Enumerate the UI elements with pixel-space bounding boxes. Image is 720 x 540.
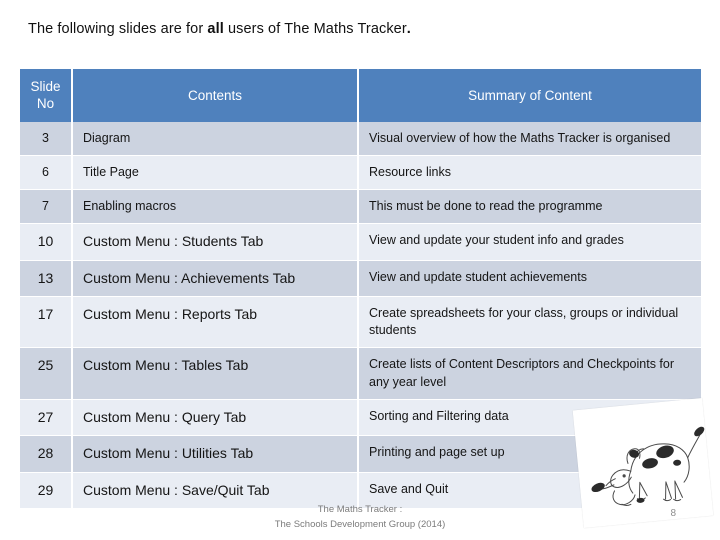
column-header-summary: Summary of Content — [358, 69, 701, 122]
cell-summary: View and update student achievements — [358, 260, 701, 297]
footer-line-1: The Maths Tracker : — [317, 504, 403, 515]
table-row: 17 Custom Menu : Reports Tab Create spread… — [20, 296, 701, 349]
cell-summary: Create spreadsheets for your class, grou… — [358, 296, 701, 349]
table-row: 25 Custom Menu : Tables Tab Create lists o… — [20, 347, 701, 400]
cell-slide-no: 3 — [20, 121, 73, 156]
cell-contents: Custom Menu : Reports Tab — [72, 296, 359, 349]
cell-slide-no: 27 — [20, 399, 73, 437]
cell-summary: View and update your student info and gr… — [358, 223, 701, 261]
cell-contents: Custom Menu : Utilities Tab — [72, 435, 359, 473]
table-row: 10 Custom Menu : Students Tab View and upd… — [20, 223, 701, 261]
title-text-part1: The following slides are for — [28, 21, 208, 37]
page-title: The following slides are for all users o… — [28, 21, 411, 37]
cell-summary: Create lists of Content Descriptors and … — [358, 347, 701, 400]
cell-summary: Resource links — [358, 155, 701, 191]
column-header-summary-label: Summary of Content — [468, 87, 592, 103]
table-row: 3 Diagram Visual overview of how the Maths… — [20, 121, 701, 156]
cell-contents: Custom Menu : Students Tab — [72, 223, 359, 261]
cell-summary: Visual overview of how the Maths Tracker… — [358, 121, 701, 156]
cell-slide-no: 6 — [20, 155, 73, 191]
column-header-slide-no-label: Slide No — [30, 79, 61, 112]
footer-credit: The Maths Tracker : The Schools Developm… — [0, 503, 720, 532]
cell-contents: Diagram — [72, 121, 359, 156]
cell-contents: Custom Menu : Achievements Tab — [72, 260, 359, 297]
column-header-contents: Contents — [72, 69, 359, 122]
title-emphasis-all: all — [207, 21, 224, 37]
cell-slide-no: 7 — [20, 189, 73, 225]
table-header: Slide No Contents Summary of Content — [20, 69, 701, 122]
column-header-contents-label: Contents — [187, 87, 243, 103]
table-row: 13 Custom Menu : Achievements Tab View and… — [20, 260, 701, 297]
cell-slide-no: 10 — [20, 223, 73, 261]
table-header-row: Slide No Contents Summary of Content — [20, 69, 701, 122]
column-header-slide-no: Slide No — [20, 69, 73, 122]
title-end-period: . — [406, 21, 411, 37]
cell-summary: This must be done to read the programme — [358, 189, 701, 225]
table-row: 7 Enabling macros This must be done to rea… — [20, 189, 701, 225]
footer-line-2: The Schools Development Group (2014) — [274, 518, 446, 530]
cell-slide-no: 25 — [20, 347, 73, 400]
cell-contents: Custom Menu : Query Tab — [72, 399, 359, 437]
cell-contents: Enabling macros — [72, 189, 359, 225]
cell-slide-no: 28 — [20, 435, 73, 473]
cell-slide-no: 17 — [20, 296, 73, 349]
page-number: 8 — [670, 508, 676, 519]
cell-slide-no: 13 — [20, 260, 73, 297]
title-text-part2: users of The Maths Tracker — [223, 21, 407, 37]
cell-contents: Title Page — [72, 155, 359, 191]
table-row: 6 Title Page Resource links — [20, 155, 701, 191]
cell-contents: Custom Menu : Tables Tab — [72, 347, 359, 400]
